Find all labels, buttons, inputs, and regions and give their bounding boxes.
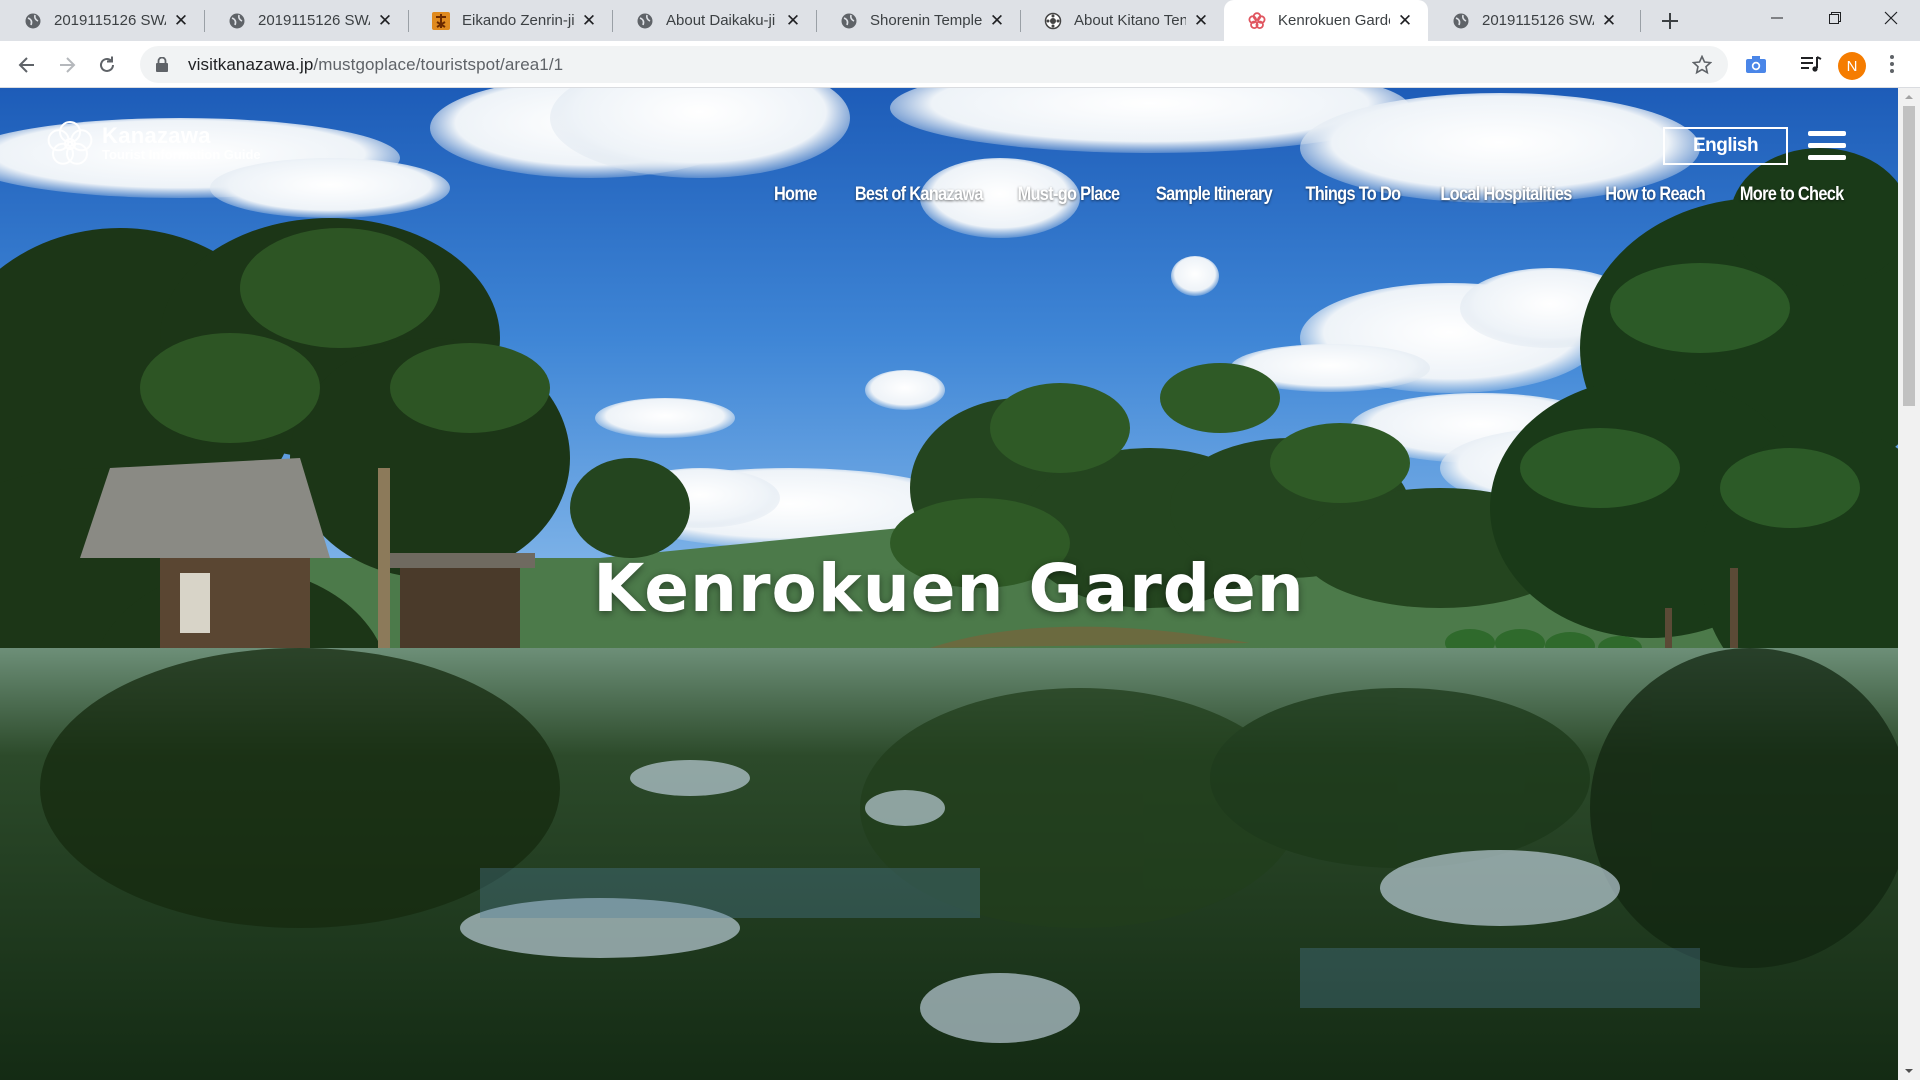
tab-1[interactable]: 2019115126 SWAN ✕	[0, 0, 204, 41]
globe-icon	[840, 12, 858, 30]
close-icon[interactable]: ✕	[580, 11, 598, 30]
browser-toolbar: visitkanazawa.jp/mustgoplace/touristspot…	[0, 41, 1920, 88]
nav-item-sample-itinerary[interactable]: Sample Itinerary	[1156, 184, 1273, 206]
url-path: /mustgoplace/touristspot/area1/1	[313, 54, 564, 74]
kitano-favicon	[1044, 12, 1062, 30]
nav-item-local-hospitalities[interactable]: Local Hospitalities	[1440, 184, 1572, 206]
url-text[interactable]: visitkanazawa.jp/mustgoplace/touristspot…	[188, 55, 563, 75]
tab-6[interactable]: About Kitano Tenm ✕	[1020, 0, 1224, 41]
lock-icon[interactable]	[156, 57, 170, 73]
page-scrollbar[interactable]	[1898, 88, 1920, 1080]
minimize-button[interactable]	[1748, 0, 1806, 36]
profile-avatar[interactable]: N	[1838, 52, 1866, 80]
tab-7-active[interactable]: Kenrokuen Garden ✕	[1224, 0, 1428, 41]
browser-menu-button[interactable]	[1878, 50, 1906, 78]
tab-strip: 2019115126 SWAN ✕ 2019115126 SWAN ✕ Eika…	[0, 0, 1920, 41]
logo-name: Kanazawa	[102, 123, 211, 148]
tab-title: Kenrokuen Garden	[1278, 12, 1390, 29]
tab-4[interactable]: About Daikaku-ji – ✕	[612, 0, 816, 41]
tab-title: About Kitano Tenm	[1074, 12, 1186, 29]
close-icon[interactable]: ✕	[1600, 11, 1618, 30]
url-host: visitkanazawa.jp	[188, 54, 314, 74]
bookmark-star-icon[interactable]	[1692, 55, 1712, 75]
plus-icon	[1662, 13, 1678, 29]
globe-icon	[228, 12, 246, 30]
tab-2[interactable]: 2019115126 SWAN ✕	[204, 0, 408, 41]
close-icon	[1884, 11, 1898, 25]
scrollbar-thumb[interactable]	[1903, 106, 1915, 406]
camera-icon	[1746, 56, 1766, 73]
nav-item-things-to-do[interactable]: Things To Do	[1306, 184, 1402, 206]
close-icon[interactable]: ✕	[1396, 11, 1414, 30]
tab-title: Eikando Zenrin-ji,K	[462, 12, 574, 29]
close-icon[interactable]: ✕	[1192, 11, 1210, 30]
minimize-icon	[1771, 17, 1783, 19]
language-button[interactable]: English	[1663, 127, 1788, 165]
tab-title: 2019115126 SWAN	[258, 12, 370, 29]
tab-title: About Daikaku-ji –	[666, 12, 778, 29]
arrow-right-icon	[60, 57, 76, 73]
close-icon[interactable]: ✕	[172, 11, 190, 30]
page-viewport: Kanazawa Tourist Information Guide Engli…	[0, 88, 1898, 1080]
globe-icon	[1452, 12, 1470, 30]
close-icon[interactable]: ✕	[988, 11, 1006, 30]
reload-icon	[100, 56, 114, 72]
nav-item-how-to-reach[interactable]: How to Reach	[1606, 184, 1706, 206]
scroll-down-arrow-icon[interactable]	[1904, 1066, 1914, 1076]
main-nav: Home Best of Kanazawa Must-go Place Samp…	[749, 184, 1845, 206]
new-tab-button[interactable]	[1656, 7, 1684, 35]
page-title: Kenrokuen Garden	[593, 550, 1305, 627]
close-window-button[interactable]	[1862, 0, 1920, 36]
scroll-up-arrow-icon[interactable]	[1904, 92, 1914, 102]
kanazawa-flower-favicon	[1248, 11, 1266, 30]
site-logo[interactable]: Kanazawa Tourist Information Guide	[44, 118, 261, 170]
nav-item-home[interactable]: Home	[774, 184, 817, 206]
more-vertical-icon	[1890, 55, 1894, 73]
address-bar[interactable]: visitkanazawa.jp/mustgoplace/touristspot…	[140, 46, 1728, 83]
forward-button[interactable]	[50, 48, 84, 82]
logo-subtitle: Tourist Information Guide	[102, 147, 261, 162]
screenshot-extension-button[interactable]	[1742, 50, 1770, 78]
tab-title: Shorenin Temple	[870, 12, 982, 29]
close-icon[interactable]: ✕	[784, 11, 802, 30]
playlist-icon	[1801, 56, 1822, 72]
nav-item-more-to-check[interactable]: More to Check	[1740, 184, 1844, 206]
arrow-left-icon	[18, 57, 34, 73]
nav-item-best-of-kanazawa[interactable]: Best of Kanazawa	[855, 184, 984, 206]
tab-title: 2019115126 SWAN	[54, 12, 166, 29]
hamburger-menu-icon[interactable]	[1808, 131, 1846, 161]
globe-icon	[24, 12, 42, 30]
tab-8[interactable]: 2019115126 SWAN ✕	[1428, 0, 1632, 41]
close-icon[interactable]: ✕	[376, 11, 394, 30]
tab-title: 2019115126 SWAN	[1482, 12, 1594, 29]
nav-item-must-go-place[interactable]: Must-go Place	[1018, 184, 1121, 206]
reload-button[interactable]	[90, 48, 124, 82]
restore-button[interactable]	[1806, 0, 1864, 36]
tab-5[interactable]: Shorenin Temple ✕	[816, 0, 1020, 41]
globe-icon	[636, 12, 654, 30]
tab-3[interactable]: Eikando Zenrin-ji,K ✕	[408, 0, 612, 41]
restore-icon	[1829, 12, 1841, 24]
kanazawa-plum-logo-icon	[47, 121, 93, 165]
media-control-button[interactable]	[1797, 50, 1825, 78]
back-button[interactable]	[10, 48, 44, 82]
eikando-favicon	[432, 11, 450, 30]
tab-separator	[1640, 10, 1641, 32]
